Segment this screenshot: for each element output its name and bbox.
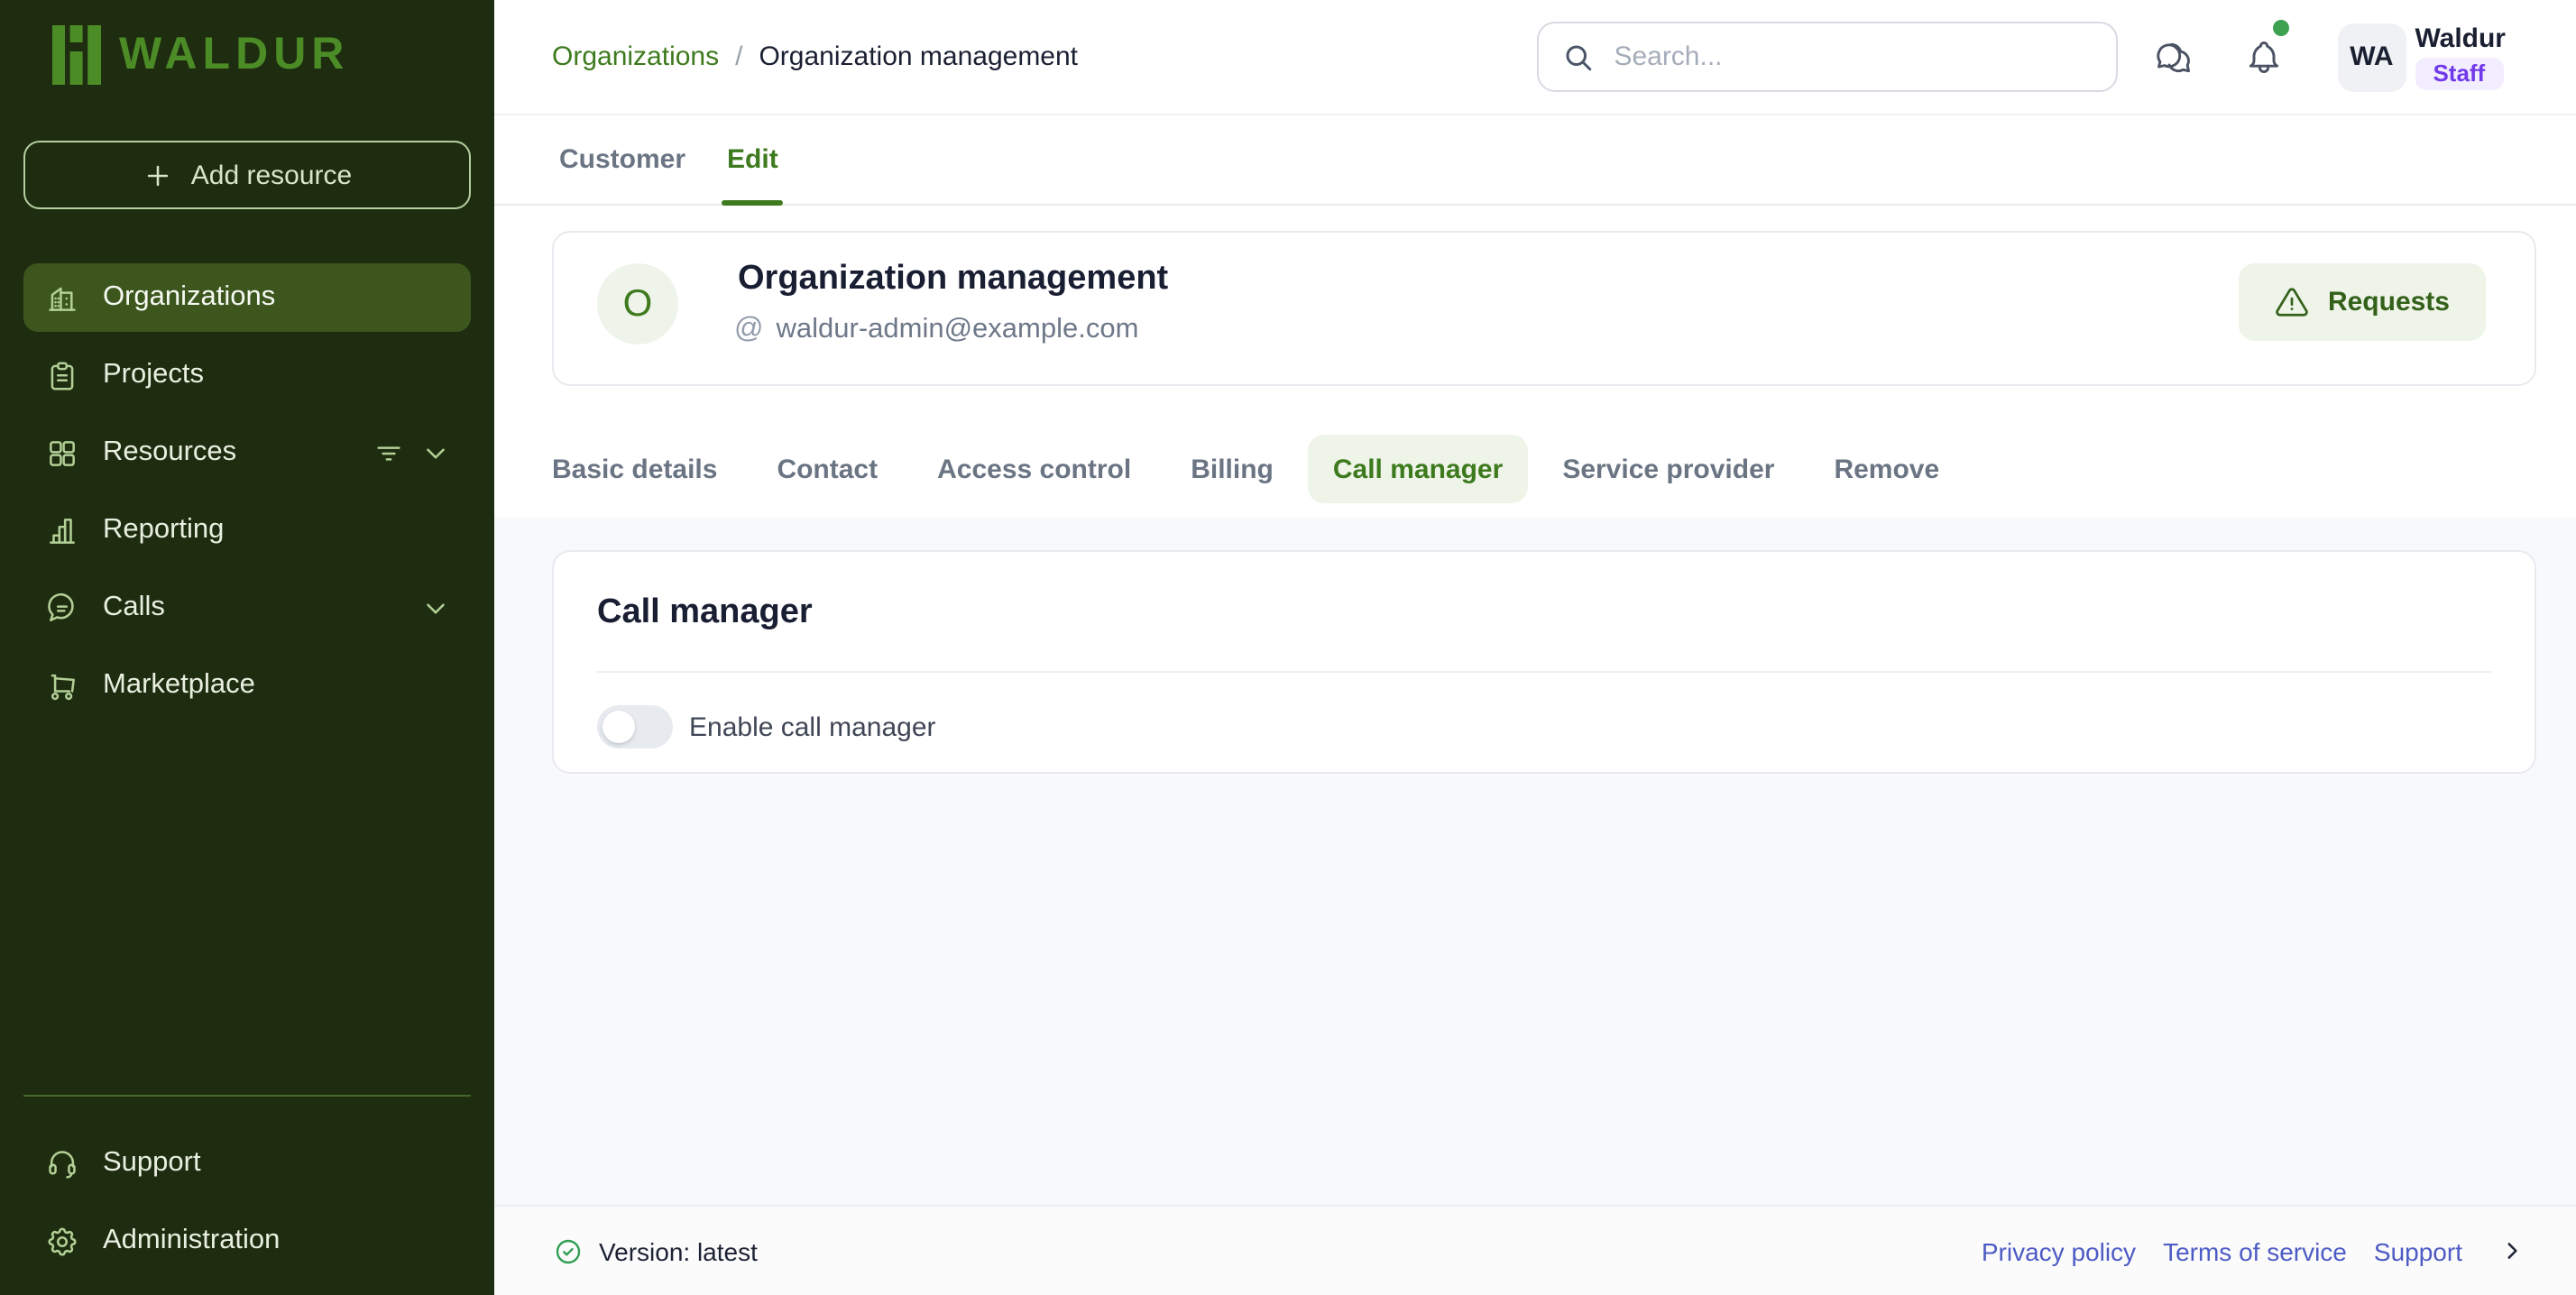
page-tabs: Customer Edit <box>494 115 2576 206</box>
chat-bubbles-icon <box>2153 37 2193 77</box>
version-info: Version: latest <box>554 1236 758 1265</box>
tab-service-provider[interactable]: Service provider <box>1537 435 1799 503</box>
organization-title: Organization management <box>738 260 1168 299</box>
footer-links: Privacy policy Terms of service Support <box>1982 1236 2524 1265</box>
add-resource-label: Add resource <box>191 160 352 190</box>
sidebar-item-organizations[interactable]: Organizations <box>23 263 471 332</box>
avatar[interactable]: WA <box>2337 23 2406 91</box>
bar-chart-icon <box>45 513 79 547</box>
user-menu[interactable]: Waldur Staff <box>2415 23 2506 90</box>
chat-button[interactable] <box>2153 37 2193 77</box>
page-footer: Version: latest Privacy policy Terms of … <box>494 1205 2576 1295</box>
top-header: Organizations / Organization management <box>494 0 2576 115</box>
notification-dot <box>2272 19 2288 35</box>
sidebar-item-label: Reporting <box>103 514 224 546</box>
privacy-policy-link[interactable]: Privacy policy <box>1982 1236 2136 1265</box>
card-divider <box>597 671 2491 673</box>
logo-text: WALDUR <box>119 29 349 81</box>
plus-icon <box>143 160 173 190</box>
call-manager-card: Call manager Enable call manager <box>552 550 2536 774</box>
main-area: Organizations / Organization management <box>494 0 2576 1295</box>
chevron-down-icon[interactable] <box>420 437 451 468</box>
terms-of-service-link[interactable]: Terms of service <box>2163 1236 2347 1265</box>
sidebar-item-reporting[interactable]: Reporting <box>23 496 471 565</box>
sidebar: WALDUR Add resource Organizations <box>0 0 494 1295</box>
toggle-knob <box>603 711 635 743</box>
content-area: Call manager Enable call manager <box>494 518 2576 1205</box>
search-icon <box>1561 41 1594 73</box>
organization-email-row: @ waldur-admin@example.com <box>734 314 1138 346</box>
avatar-initials: WA <box>2350 41 2393 72</box>
sidebar-item-administration[interactable]: Administration <box>23 1207 471 1275</box>
message-icon <box>45 591 79 625</box>
tab-basic-details[interactable]: Basic details <box>527 435 742 503</box>
tab-contact[interactable]: Contact <box>751 435 903 503</box>
enable-call-manager-toggle[interactable] <box>597 705 673 749</box>
check-circle-icon <box>554 1236 583 1265</box>
organization-avatar: O <box>597 263 678 344</box>
building-icon <box>45 280 79 315</box>
detail-tabs: Basic details Contact Access control Bil… <box>527 435 2576 503</box>
clipboard-icon <box>45 358 79 392</box>
sidebar-item-label: Organizations <box>103 281 275 314</box>
call-manager-heading: Call manager <box>597 593 813 633</box>
chevron-right-icon[interactable] <box>2500 1239 2524 1263</box>
sidebar-item-calls[interactable]: Calls <box>23 574 471 642</box>
headset-icon <box>45 1146 79 1180</box>
breadcrumb-link-organizations[interactable]: Organizations <box>552 41 719 72</box>
sidebar-item-label: Resources <box>103 436 236 469</box>
chevron-down-icon[interactable] <box>420 592 451 623</box>
sidebar-item-label: Administration <box>103 1225 280 1257</box>
search-bar <box>1536 22 2117 92</box>
search-input[interactable] <box>1614 41 2093 72</box>
sidebar-bottom: Support Administration <box>23 1095 471 1284</box>
organization-section: O Organization management @ waldur-admin… <box>494 206 2576 518</box>
app-root: WALDUR Add resource Organizations <box>0 0 2576 1295</box>
sidebar-item-label: Marketplace <box>103 669 255 702</box>
requests-button[interactable]: Requests <box>2240 263 2486 341</box>
sidebar-item-resources[interactable]: Resources <box>23 418 471 487</box>
support-link[interactable]: Support <box>2374 1236 2462 1265</box>
breadcrumb-separator: / <box>735 41 742 72</box>
sidebar-item-label: Calls <box>103 592 165 624</box>
user-name: Waldur <box>2415 23 2506 56</box>
at-icon: @ <box>734 314 764 346</box>
sidebar-divider <box>23 1095 471 1097</box>
logo[interactable]: WALDUR <box>52 25 349 85</box>
breadcrumb: Organizations / Organization management <box>552 41 1078 72</box>
notifications-button[interactable] <box>2243 37 2283 77</box>
sidebar-item-marketplace[interactable]: Marketplace <box>23 651 471 720</box>
enable-call-manager-row: Enable call manager <box>597 705 936 749</box>
sidebar-item-support[interactable]: Support <box>23 1129 471 1198</box>
tab-call-manager[interactable]: Call manager <box>1308 435 1528 503</box>
tab-customer[interactable]: Customer <box>559 115 685 204</box>
sidebar-item-projects[interactable]: Projects <box>23 341 471 409</box>
sidebar-item-label: Support <box>103 1147 201 1180</box>
sidebar-nav: Organizations Projects R <box>23 263 471 729</box>
bell-icon <box>2243 37 2283 77</box>
organization-email: waldur-admin@example.com <box>777 314 1139 346</box>
warning-triangle-icon <box>2276 285 2310 319</box>
organization-card: O Organization management @ waldur-admin… <box>552 231 2536 386</box>
toggle-label: Enable call manager <box>689 712 936 742</box>
version-text: Version: latest <box>599 1236 758 1265</box>
tab-edit[interactable]: Edit <box>727 115 778 204</box>
grid-icon <box>45 436 79 470</box>
staff-badge: Staff <box>2415 58 2503 90</box>
breadcrumb-current: Organization management <box>759 41 1078 72</box>
tab-access-control[interactable]: Access control <box>912 435 1156 503</box>
cart-icon <box>45 668 79 703</box>
tab-billing[interactable]: Billing <box>1165 435 1299 503</box>
filter-icon[interactable] <box>373 437 404 468</box>
waldur-logo-icon <box>52 25 101 85</box>
tab-remove[interactable]: Remove <box>1808 435 1964 503</box>
add-resource-button[interactable]: Add resource <box>23 141 471 209</box>
gear-icon <box>45 1224 79 1258</box>
sidebar-item-label: Projects <box>103 359 204 391</box>
